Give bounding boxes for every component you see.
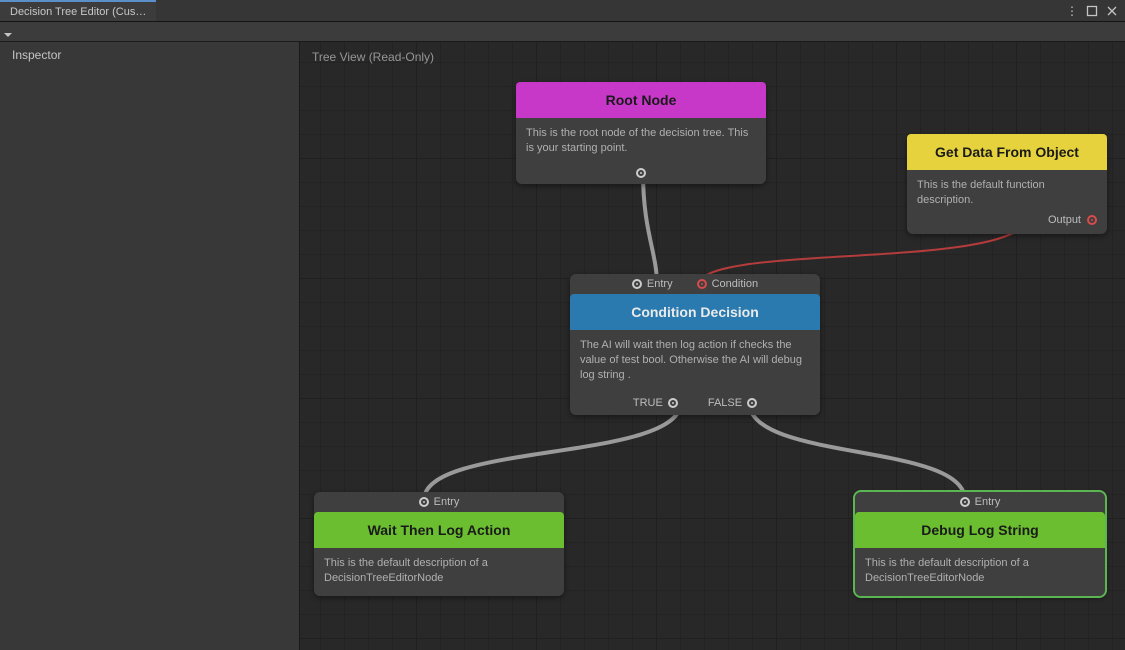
kebab-menu-icon[interactable]: ⋮	[1065, 4, 1079, 18]
node-condition-description: The AI will wait then log action if chec…	[570, 330, 820, 393]
inspector-panel: Inspector	[0, 42, 300, 650]
node-get-data-title: Get Data From Object	[907, 134, 1107, 170]
node-debug-log-title: Debug Log String	[855, 512, 1105, 548]
node-root[interactable]: Root Node This is the root node of the d…	[516, 82, 766, 184]
node-condition[interactable]: Entry Condition Condition Decision The A…	[570, 274, 820, 415]
graph-canvas[interactable]: Tree View (Read-Only) Root Node This is …	[300, 42, 1125, 650]
node-wait-log-description: This is the default description of a Dec…	[314, 548, 564, 596]
port-label-entry: Entry	[434, 496, 460, 508]
node-get-data-output-label: Output	[1048, 214, 1081, 226]
node-debug-log[interactable]: Entry Debug Log String This is the defau…	[855, 492, 1105, 596]
node-condition-title: Condition Decision	[570, 294, 820, 330]
window-tab-label: Decision Tree Editor (Cus…	[10, 6, 146, 18]
maximize-icon[interactable]	[1085, 4, 1099, 18]
toolbar	[0, 22, 1125, 42]
titlebar: Decision Tree Editor (Cus… ⋮	[0, 0, 1125, 22]
node-root-title: Root Node	[516, 82, 766, 118]
close-icon[interactable]	[1105, 4, 1119, 18]
port-label-condition: Condition	[712, 278, 758, 290]
node-wait-log-title: Wait Then Log Action	[314, 512, 564, 548]
node-wait-log[interactable]: Entry Wait Then Log Action This is the d…	[314, 492, 564, 596]
node-condition-false-port[interactable]: FALSE	[708, 397, 757, 409]
node-condition-condition-port[interactable]: Condition	[697, 278, 758, 290]
node-get-data[interactable]: Get Data From Object This is the default…	[907, 134, 1107, 234]
node-root-description: This is the root node of the decision tr…	[516, 118, 766, 166]
port-label-entry: Entry	[975, 496, 1001, 508]
node-debug-log-description: This is the default description of a Dec…	[855, 548, 1105, 596]
node-condition-true-port[interactable]: TRUE	[633, 397, 678, 409]
node-get-data-description: This is the default function description…	[907, 170, 1107, 210]
inspector-title: Inspector	[0, 42, 299, 68]
port-label-entry: Entry	[647, 278, 673, 290]
port-label-false: FALSE	[708, 397, 742, 409]
port-label-true: TRUE	[633, 397, 663, 409]
node-wait-log-entry-port[interactable]: Entry	[419, 496, 460, 508]
window-tab[interactable]: Decision Tree Editor (Cus…	[0, 0, 156, 21]
node-get-data-output-port[interactable]	[1087, 215, 1097, 225]
dropdown-caret-icon[interactable]	[4, 28, 12, 36]
canvas-mode-label: Tree View (Read-Only)	[312, 50, 434, 64]
node-root-out-port[interactable]	[636, 168, 646, 178]
node-condition-entry-port[interactable]: Entry	[632, 278, 673, 290]
node-debug-log-entry-port[interactable]: Entry	[960, 496, 1001, 508]
